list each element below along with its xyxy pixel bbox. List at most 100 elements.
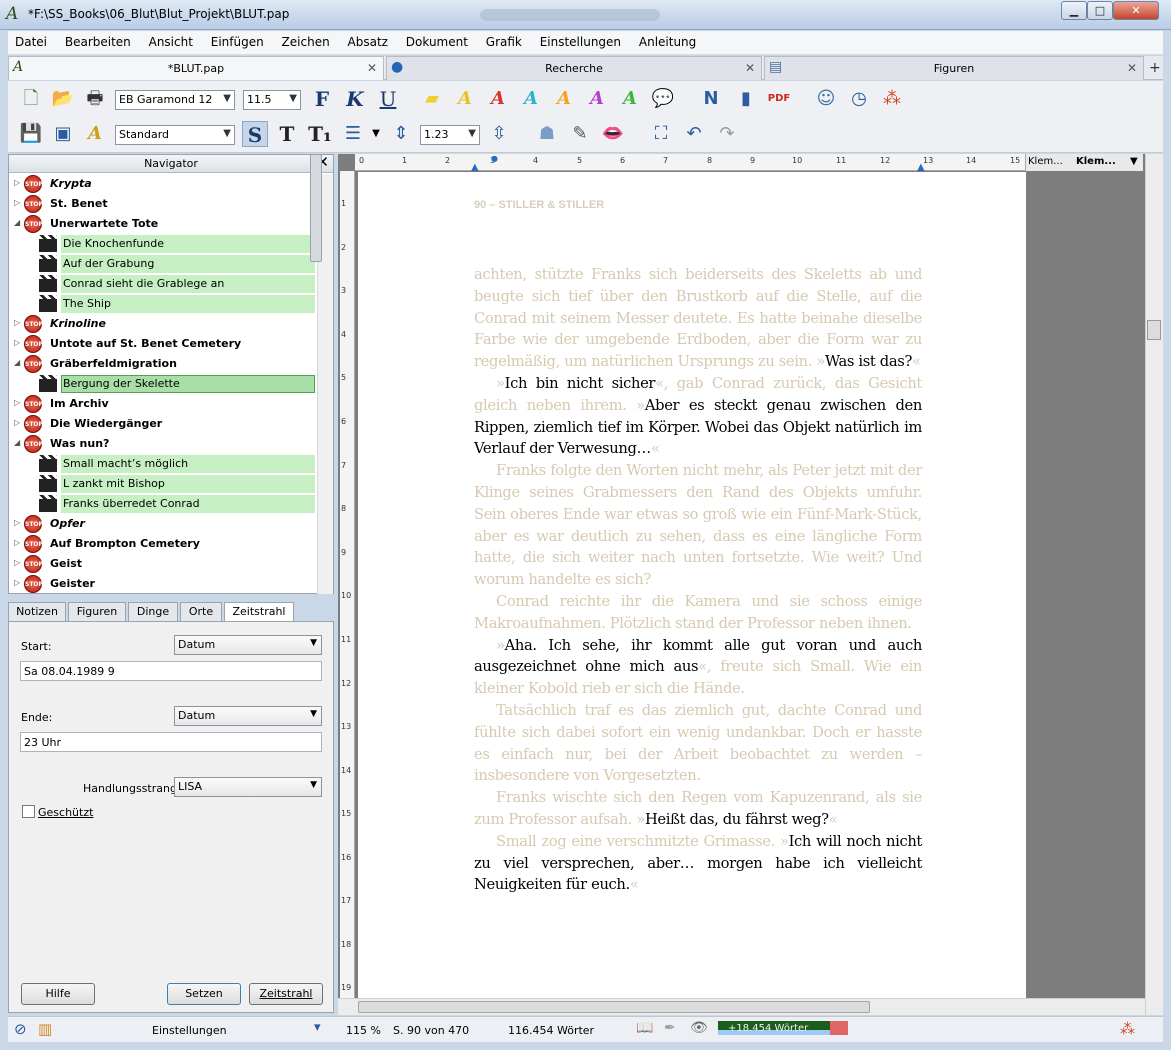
book-open-icon[interactable]: 📖 — [636, 1020, 653, 1036]
paragraph[interactable]: Franks wischte sich den Regen vom Kapuze… — [474, 787, 922, 831]
line-spacing-icon[interactable]: ⇕ — [388, 121, 414, 147]
strand-select[interactable]: LISA ▼ — [174, 777, 322, 797]
highlight-red-icon[interactable]: A — [485, 86, 511, 112]
horizontal-ruler[interactable]: 0 1 2 3 4 5 6 7 8 9 10 11 12 13 14 15 ▲ … — [355, 154, 1025, 173]
ruler-tool-icon[interactable]: ▥ — [38, 1020, 52, 1038]
save-as-icon[interactable]: ▣ — [50, 121, 76, 147]
eye-icon[interactable]: 👁 — [690, 1020, 708, 1036]
menu-einstellungen[interactable]: Einstellungen — [533, 31, 628, 49]
bold-button[interactable]: F — [309, 86, 335, 112]
paragraph[interactable]: »Ich bin nicht sicher«, gab Conrad zurüc… — [474, 373, 922, 460]
tree-scene[interactable]: Franks überredet Conrad — [9, 494, 317, 514]
tree-chapter[interactable]: ▷ STOP Die Wiedergänger — [9, 414, 317, 434]
end-type-select[interactable]: Datum ▼ — [174, 706, 322, 726]
menu-bearbeiten[interactable]: Bearbeiten — [58, 31, 138, 49]
help-button[interactable]: Hilfe — [21, 983, 95, 1005]
pdf-icon[interactable]: PDF — [766, 86, 792, 112]
paragraph[interactable]: Conrad reichte ihr die Kamera und sie sc… — [474, 591, 922, 635]
ghost-icon[interactable]: ☗ — [534, 121, 560, 147]
zoom-level[interactable]: 115 % — [346, 1024, 381, 1037]
paragraph[interactable]: »Aha. Ich sehe, ihr kommt alle gut voran… — [474, 635, 922, 700]
fullscreen-icon[interactable]: ⛶ — [648, 121, 674, 147]
redo-icon[interactable]: ↷ — [714, 121, 740, 147]
style-select[interactable]: Standard ▼ — [115, 125, 235, 145]
expand-icon[interactable]: ▷ — [14, 518, 20, 527]
tree-scene-selected[interactable]: Bergung der Skelette — [9, 374, 317, 394]
settings-status[interactable]: Einstellungen — [152, 1024, 227, 1037]
comment-icon[interactable]: 💬 — [650, 86, 676, 112]
expand-icon[interactable]: ▷ — [14, 178, 20, 187]
expand-icon[interactable]: ▷ — [14, 198, 20, 207]
book-icon[interactable]: ▮ — [733, 86, 759, 112]
tree-scene[interactable]: The Ship — [9, 294, 317, 314]
tab-notizen[interactable]: Notizen — [8, 602, 66, 622]
tree-chapter[interactable]: ▷ STOP Krypta — [9, 174, 317, 194]
undo-icon[interactable]: ↶ — [681, 121, 707, 147]
underline-button[interactable]: U — [375, 86, 401, 112]
paragraph[interactable]: Small zog eine verschmitzte Grimasse. »I… — [474, 831, 922, 896]
highlight-orange-icon[interactable]: A — [551, 86, 577, 112]
paragraph[interactable]: Tatsächlich traf es das ziemlich gut, da… — [474, 700, 922, 787]
close-tab-icon[interactable]: ✕ — [745, 61, 755, 75]
tree-chapter[interactable]: ▷ STOP Untote auf St. Benet Cemetery — [9, 334, 317, 354]
note-insert-icon[interactable]: N — [698, 86, 724, 112]
italic-button[interactable]: K — [342, 86, 368, 112]
line-spacing-select[interactable]: 1.23 ▼ — [420, 125, 480, 145]
collapse-icon[interactable]: ◢ — [14, 358, 20, 367]
paragraph-spacing-icon[interactable]: ⇳ — [486, 121, 512, 147]
font-size-select[interactable]: 11.5 ▼ — [243, 90, 301, 110]
tree-chapter[interactable]: ◢ STOP Was nun? — [9, 434, 317, 454]
tree-scene[interactable]: Die Knochenfunde — [9, 234, 317, 254]
compass-icon[interactable]: ⊘ — [14, 1020, 27, 1038]
highlight-green-icon[interactable]: A — [617, 86, 643, 112]
close-tab-icon[interactable]: ✕ — [367, 61, 377, 75]
menu-grafik[interactable]: Grafik — [479, 31, 529, 49]
print-icon[interactable]: 🖶 — [82, 86, 108, 112]
tree-chapter[interactable]: ▷ STOP St. Benet — [9, 194, 317, 214]
tree-scene[interactable]: L zankt mit Bishop — [9, 474, 317, 494]
tab-orte[interactable]: Orte — [180, 602, 222, 622]
tree-chapter[interactable]: ◢ STOP Gräberfeldmigration — [9, 354, 317, 374]
tab-figuren[interactable]: ▤ Figuren ✕ — [764, 56, 1144, 80]
paragraph[interactable]: Franks folgte den Worten nicht mehr, als… — [474, 460, 922, 591]
tab-dinge[interactable]: Dinge — [128, 602, 178, 622]
tree-scene[interactable]: Small macht’s möglich — [9, 454, 317, 474]
collapse-icon[interactable]: ◢ — [14, 438, 20, 447]
clock-icon[interactable]: ◷ — [846, 86, 872, 112]
diagram-icon[interactable]: ⁂ — [1120, 1020, 1135, 1038]
theater-masks-icon[interactable]: ☺ — [813, 86, 839, 112]
expand-icon[interactable]: ▷ — [14, 558, 20, 567]
menu-datei[interactable]: Datei — [8, 31, 54, 49]
font-select[interactable]: EB Garamond 12 ▼ — [115, 90, 235, 110]
new-document-icon[interactable]: 🗋 — [18, 86, 44, 112]
maximize-button[interactable]: □ — [1087, 1, 1113, 20]
style-icon[interactable]: A — [82, 121, 108, 147]
first-line-marker-icon[interactable]: ● — [491, 154, 498, 163]
menu-anleitung[interactable]: Anleitung — [632, 31, 703, 49]
timeline-button[interactable]: Zeitstrahl — [249, 983, 323, 1005]
save-icon[interactable]: 💾 — [18, 121, 44, 147]
expand-icon[interactable]: ▷ — [14, 578, 20, 587]
chevron-down-icon[interactable]: ▼ — [363, 121, 389, 147]
tab-recherche[interactable]: ● Recherche ✕ — [386, 56, 762, 80]
start-type-select[interactable]: Datum ▼ — [174, 635, 322, 655]
tree-chapter[interactable]: ▷ STOP Auf Brompton Cemetery — [9, 534, 317, 554]
paragraph[interactable]: achten, stützte Franks sich beiderseits … — [474, 264, 922, 373]
start-input[interactable]: Sa 08.04.1989 9 — [20, 661, 322, 681]
menu-dokument[interactable]: Dokument — [399, 31, 475, 49]
diagram-icon[interactable]: ⁂ — [879, 86, 905, 112]
menu-einfuegen[interactable]: Einfügen — [204, 31, 271, 49]
sticky-note-icon[interactable]: ▰ — [419, 86, 445, 112]
feather-icon[interactable]: ✒ — [664, 1020, 676, 1036]
highlight-purple-icon[interactable]: A — [584, 86, 610, 112]
close-tab-icon[interactable]: ✕ — [1127, 61, 1137, 75]
document-text[interactable]: achten, stützte Franks sich beiderseits … — [474, 264, 922, 896]
add-tab-icon[interactable]: + — [1149, 60, 1161, 76]
tree-chapter[interactable]: ▷ STOP Geister — [9, 574, 317, 594]
tree-scene[interactable]: Conrad sieht die Grablege an — [9, 274, 317, 294]
tree-chapter[interactable]: ▷ STOP Krinoline — [9, 314, 317, 334]
navigator-scroll-thumb[interactable] — [310, 154, 322, 262]
tree-chapter[interactable]: ◢ STOP Unerwartete Tote — [9, 214, 317, 234]
expand-icon[interactable]: ▷ — [14, 538, 20, 547]
dropdown-icon[interactable]: ▾ — [314, 1020, 321, 1035]
